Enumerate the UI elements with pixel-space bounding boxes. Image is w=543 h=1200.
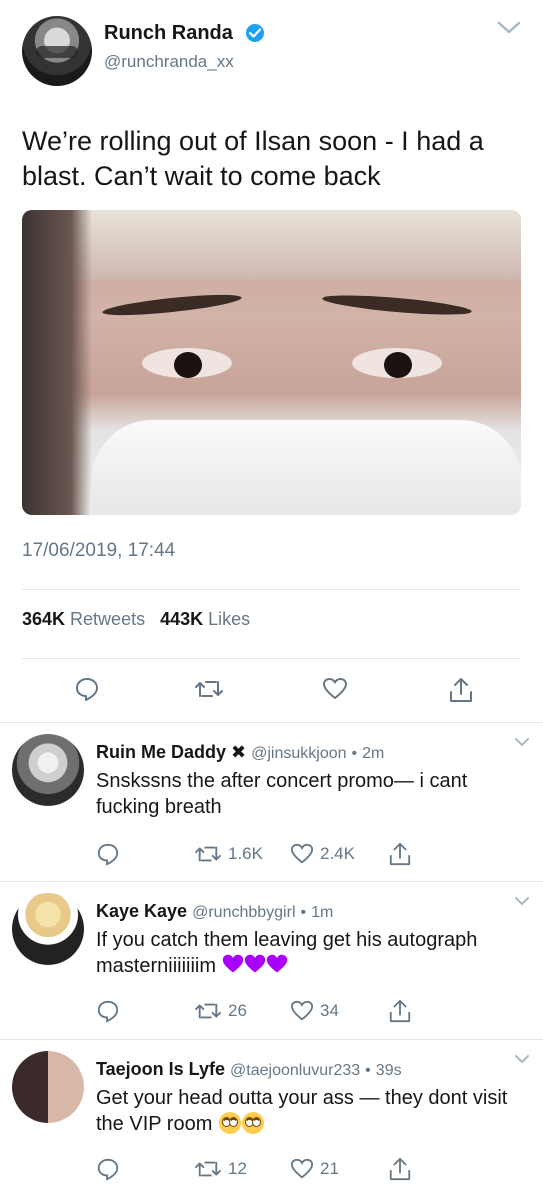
- reply-text: Get your head outta your ass — they dont…: [96, 1085, 526, 1137]
- like-button[interactable]: 34: [290, 997, 339, 1025]
- reply-button[interactable]: [96, 1155, 120, 1183]
- chevron-down-icon[interactable]: [514, 734, 530, 747]
- reply-action-bar: 26 34: [0, 997, 543, 1025]
- reply-text-content: Get your head outta your ass — they dont…: [96, 1087, 508, 1135]
- tweet-header: Runch Randa @runchranda_xx: [0, 0, 543, 110]
- reply-text: Snskssns the after concert promo— i cant…: [96, 770, 468, 818]
- divider: [22, 658, 521, 659]
- meta-separator: •: [300, 904, 307, 921]
- heart-icon[interactable]: [322, 676, 348, 702]
- likes-count: 443K: [160, 609, 204, 629]
- chevron-down-icon[interactable]: [514, 1051, 530, 1064]
- divider: [22, 589, 521, 590]
- photo-left-eye: [142, 348, 232, 378]
- photo-right-brow: [321, 291, 473, 319]
- share-icon: [389, 842, 411, 866]
- avatar[interactable]: [12, 734, 84, 806]
- reply-handle: @taejoonluvur233: [230, 1062, 361, 1079]
- reply-author[interactable]: Kaye Kaye @runchbbygirl • 1m: [96, 901, 333, 922]
- verified-badge-icon: [246, 24, 264, 42]
- avatar[interactable]: [22, 16, 92, 86]
- photo-left-brow: [101, 290, 243, 320]
- photo-mask: [92, 420, 521, 515]
- reply-time: 39s: [375, 1062, 402, 1079]
- like-button[interactable]: 2.4K: [290, 840, 355, 868]
- heart-icon: [290, 1000, 314, 1021]
- retweet-button[interactable]: 26: [194, 997, 247, 1025]
- photo-shadow: [22, 210, 92, 515]
- purple-heart-icon: [222, 954, 243, 973]
- reply-time: 1m: [311, 904, 334, 921]
- chevron-down-icon[interactable]: [514, 893, 530, 906]
- reply-icon: [97, 1158, 119, 1181]
- photo-hair: [22, 210, 521, 280]
- reply-action-bar: 1.6K 2.4K: [0, 840, 543, 868]
- eye-roll-emoji-icon: [218, 1112, 241, 1134]
- reply-button[interactable]: [96, 997, 120, 1025]
- reply-handle: @runchbbygirl: [192, 904, 296, 921]
- share-button[interactable]: [388, 840, 412, 868]
- engagement-stats: 364K Retweets 443K Likes: [22, 609, 250, 630]
- reply-tweet[interactable]: Taejoon Is Lyfe @taejoonluvur233 • 39s G…: [0, 1039, 543, 1197]
- likes-stat[interactable]: 443K Likes: [160, 609, 250, 629]
- avatar[interactable]: [12, 893, 84, 965]
- reply-display-name: Kaye Kaye: [96, 901, 188, 921]
- avatar[interactable]: [12, 1051, 84, 1123]
- reply-display-name: Ruin Me Daddy ✖: [96, 742, 247, 762]
- retweet-button[interactable]: 12: [194, 1155, 247, 1183]
- reply-button[interactable]: [96, 840, 120, 868]
- retweet-icon: [195, 1161, 221, 1177]
- heart-icon: [290, 1158, 314, 1179]
- reply-tweet[interactable]: Ruin Me Daddy ✖ @jinsukkjoon • 2m Snskss…: [0, 722, 543, 880]
- like-count: 21: [320, 1159, 339, 1178]
- retweets-stat[interactable]: 364K Retweets: [22, 609, 145, 629]
- reply-text: If you catch them leaving get his autogr…: [96, 927, 526, 979]
- reply-author[interactable]: Taejoon Is Lyfe @taejoonluvur233 • 39s: [96, 1059, 402, 1080]
- reply-action-bar: 12 21: [0, 1155, 543, 1183]
- eye-roll-emoji-icon: [241, 1112, 264, 1134]
- reply-icon: [97, 843, 119, 866]
- retweet-icon[interactable]: [194, 676, 223, 702]
- tweet-photo[interactable]: [22, 210, 521, 515]
- retweet-icon: [195, 1003, 221, 1019]
- retweets-count: 364K: [22, 609, 66, 629]
- likes-label: Likes: [208, 609, 251, 629]
- tweet-action-bar: [0, 676, 543, 706]
- reply-handle: @jinsukkjoon: [251, 745, 347, 762]
- share-icon: [389, 1157, 411, 1181]
- heart-icon: [290, 843, 314, 864]
- reply-icon[interactable]: [74, 676, 100, 702]
- purple-heart-icon: [244, 954, 265, 973]
- handle[interactable]: @runchranda_xx: [104, 52, 234, 72]
- reply-time: 2m: [362, 745, 385, 762]
- display-name[interactable]: Runch Randa: [104, 22, 233, 45]
- retweet-button[interactable]: 1.6K: [194, 840, 263, 868]
- like-count: 2.4K: [320, 844, 355, 863]
- like-count: 34: [320, 1001, 339, 1020]
- reply-icon: [97, 1000, 119, 1023]
- like-button[interactable]: 21: [290, 1155, 339, 1183]
- share-icon[interactable]: [448, 676, 474, 702]
- share-button[interactable]: [388, 1155, 412, 1183]
- purple-heart-icon: [266, 954, 287, 973]
- reply-tweet[interactable]: Kaye Kaye @runchbbygirl • 1m If you catc…: [0, 881, 543, 1039]
- meta-separator: •: [351, 745, 358, 762]
- photo-right-eye: [352, 348, 442, 378]
- retweets-label: Retweets: [70, 609, 146, 629]
- retweet-count: 26: [228, 1001, 247, 1020]
- share-icon: [389, 999, 411, 1023]
- retweet-count: 1.6K: [228, 844, 263, 863]
- chevron-down-icon[interactable]: [496, 18, 522, 38]
- reply-display-name: Taejoon Is Lyfe: [96, 1059, 226, 1079]
- share-button[interactable]: [388, 997, 412, 1025]
- reply-author[interactable]: Ruin Me Daddy ✖ @jinsukkjoon • 2m: [96, 742, 384, 763]
- retweet-count: 12: [228, 1159, 247, 1178]
- meta-separator: •: [365, 1062, 371, 1079]
- tweet-text: We’re rolling out of Ilsan soon - I had …: [22, 126, 484, 191]
- retweet-icon: [195, 846, 221, 862]
- timestamp: 17/06/2019, 17:44: [22, 540, 176, 561]
